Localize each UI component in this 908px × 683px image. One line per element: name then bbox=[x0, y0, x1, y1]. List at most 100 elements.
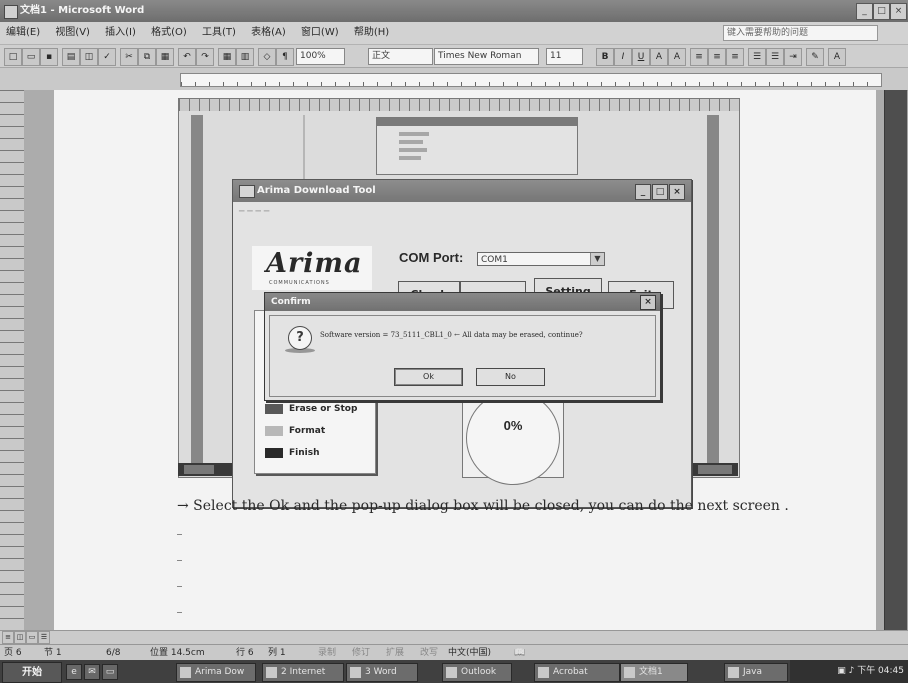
tray-clock[interactable]: 下午 04:45 bbox=[857, 666, 904, 676]
embedded-start-button bbox=[184, 465, 214, 474]
maximize-button[interactable]: □ bbox=[873, 3, 890, 20]
status-record[interactable]: 录制 bbox=[318, 645, 336, 661]
embedded-ruler bbox=[179, 99, 739, 111]
task-label: Acrobat bbox=[553, 667, 588, 677]
task-java[interactable]: Java bbox=[724, 663, 788, 682]
print-preview-icon[interactable]: ◫ bbox=[80, 48, 98, 66]
highlight-icon[interactable]: ✎ bbox=[806, 48, 824, 66]
tool-title-bar[interactable]: Arima Download Tool _ □ × bbox=[233, 180, 691, 202]
spelling-icon[interactable]: ✓ bbox=[98, 48, 116, 66]
menu-view[interactable]: 视图(V) bbox=[49, 22, 96, 44]
vertical-ruler[interactable] bbox=[0, 90, 25, 630]
save-icon[interactable]: ▪ bbox=[40, 48, 58, 66]
indent-icon[interactable]: ⇥ bbox=[784, 48, 802, 66]
show-hide-icon[interactable]: ¶ bbox=[276, 48, 294, 66]
document-text-line[interactable]: → Select the Ok and the pop-up dialog bo… bbox=[177, 498, 789, 514]
menu-tools[interactable]: 工具(T) bbox=[196, 22, 242, 44]
horizontal-scrollbar[interactable]: ≡ ◫ ▭ ☰ bbox=[0, 630, 908, 645]
task-word-document[interactable]: 文档1 bbox=[620, 663, 688, 682]
redo-icon[interactable]: ↷ bbox=[196, 48, 214, 66]
tool-menu-bar[interactable]: ─ ─ ─ ─ bbox=[239, 207, 269, 217]
minimize-button[interactable]: _ bbox=[856, 3, 873, 20]
copy-icon[interactable]: ⧉ bbox=[138, 48, 156, 66]
tool-close-button[interactable]: × bbox=[669, 184, 685, 200]
task-arima-download[interactable]: Arima Dow bbox=[176, 663, 256, 682]
print-view-icon[interactable]: ▭ bbox=[26, 631, 38, 644]
tool-app-icon bbox=[239, 185, 255, 198]
com-port-select[interactable]: COM1 ▼ bbox=[477, 252, 605, 266]
menu-insert[interactable]: 插入(I) bbox=[99, 22, 142, 44]
new-document-icon[interactable]: □ bbox=[4, 48, 22, 66]
open-folder-icon[interactable]: ▭ bbox=[22, 48, 40, 66]
columns-icon[interactable]: ▥ bbox=[236, 48, 254, 66]
italic-icon[interactable]: I bbox=[614, 48, 632, 66]
drawing-icon[interactable]: ◇ bbox=[258, 48, 276, 66]
confirm-message: Software version = 73_5111_CBL1_0 ← All … bbox=[320, 331, 583, 339]
table-icon[interactable]: ▦ bbox=[218, 48, 236, 66]
bullets-icon[interactable]: ☰ bbox=[766, 48, 784, 66]
menu-window[interactable]: 窗口(W) bbox=[295, 22, 345, 44]
outline-view-icon[interactable]: ☰ bbox=[38, 631, 50, 644]
spellcheck-book-icon[interactable]: 📖 bbox=[514, 645, 525, 661]
confirm-body: ? Software version = 73_5111_CBL1_0 ← Al… bbox=[269, 315, 656, 397]
paste-icon[interactable]: ▦ bbox=[156, 48, 174, 66]
menu-format[interactable]: 格式(O) bbox=[145, 22, 193, 44]
task-label: Java bbox=[743, 667, 763, 677]
status-section: 节 1 bbox=[44, 648, 62, 658]
status-extend[interactable]: 扩展 bbox=[386, 645, 404, 661]
vertical-scrollbar[interactable] bbox=[884, 90, 907, 630]
help-search-input[interactable]: 键入需要帮助的问题 bbox=[723, 25, 878, 41]
task-icon bbox=[350, 667, 361, 678]
task-icon bbox=[624, 667, 635, 678]
font-color-icon[interactable]: A bbox=[828, 48, 846, 66]
zoom-select[interactable]: 100% bbox=[296, 48, 345, 65]
web-view-icon[interactable]: ◫ bbox=[14, 631, 26, 644]
logo-wordmark: Arima bbox=[266, 248, 363, 279]
tool-title: Arima Download Tool bbox=[257, 185, 376, 196]
menu-edit[interactable]: 编辑(E) bbox=[0, 22, 46, 44]
word-app-icon[interactable] bbox=[4, 5, 18, 19]
tool-maximize-button[interactable]: □ bbox=[652, 184, 668, 200]
tray-network-icon[interactable]: ▣ bbox=[837, 666, 848, 676]
style-select[interactable]: 正文 bbox=[368, 48, 433, 65]
confirm-close-button[interactable]: × bbox=[640, 295, 656, 310]
task-outlook[interactable]: Outlook bbox=[442, 663, 512, 682]
task-acrobat[interactable]: Acrobat bbox=[534, 663, 620, 682]
desktop-quicklaunch-icon[interactable]: ▭ bbox=[102, 664, 118, 680]
chevron-down-icon[interactable]: ▼ bbox=[590, 253, 604, 265]
undo-icon[interactable]: ↶ bbox=[178, 48, 196, 66]
legend-label: Erase or Stop bbox=[289, 404, 358, 414]
align-right-icon[interactable]: ≡ bbox=[726, 48, 744, 66]
outlook-quicklaunch-icon[interactable]: ✉ bbox=[84, 664, 100, 680]
menu-table[interactable]: 表格(A) bbox=[245, 22, 292, 44]
tray-volume-icon[interactable]: ♪ bbox=[849, 666, 858, 676]
no-button[interactable]: No bbox=[476, 368, 545, 386]
menu-help[interactable]: 帮助(H) bbox=[348, 22, 395, 44]
task-internet[interactable]: 2 Internet bbox=[262, 663, 344, 682]
bold-icon[interactable]: B bbox=[596, 48, 614, 66]
cut-icon[interactable]: ✂ bbox=[120, 48, 138, 66]
close-button[interactable]: × bbox=[890, 3, 907, 20]
char-border-icon[interactable]: A bbox=[650, 48, 668, 66]
status-track-changes[interactable]: 修订 bbox=[352, 645, 370, 661]
underline-icon[interactable]: U bbox=[632, 48, 650, 66]
numbering-icon[interactable]: ☰ bbox=[748, 48, 766, 66]
print-icon[interactable]: ▤ bbox=[62, 48, 80, 66]
legend-swatch bbox=[265, 426, 283, 436]
align-center-icon[interactable]: ≡ bbox=[708, 48, 726, 66]
start-button[interactable]: 开始 bbox=[2, 662, 62, 683]
confirm-title-bar[interactable]: Confirm × bbox=[265, 293, 660, 311]
char-shading-icon[interactable]: A bbox=[668, 48, 686, 66]
horizontal-ruler[interactable] bbox=[0, 68, 908, 91]
progress-circle bbox=[466, 391, 560, 485]
status-overtype[interactable]: 改写 bbox=[420, 645, 438, 661]
font-select[interactable]: Times New Roman bbox=[434, 48, 539, 65]
windows-taskbar: 开始 e ✉ ▭ Arima Dow 2 Internet 3 Word Out… bbox=[0, 660, 908, 683]
task-word[interactable]: 3 Word bbox=[346, 663, 418, 682]
ok-button[interactable]: Ok bbox=[394, 368, 463, 386]
align-left-icon[interactable]: ≡ bbox=[690, 48, 708, 66]
tool-minimize-button[interactable]: _ bbox=[635, 184, 651, 200]
font-size-select[interactable]: 11 bbox=[546, 48, 583, 65]
normal-view-icon[interactable]: ≡ bbox=[2, 631, 14, 644]
ie-quicklaunch-icon[interactable]: e bbox=[66, 664, 82, 680]
